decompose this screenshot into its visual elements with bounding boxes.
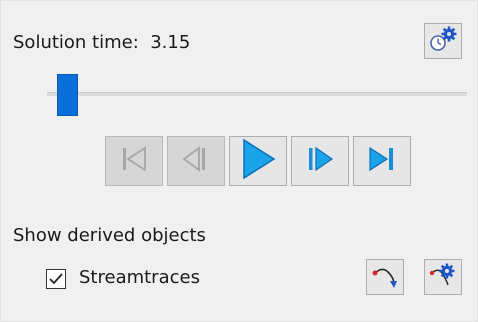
previous-frame-button[interactable] <box>167 136 225 186</box>
streamtrace-settings-button[interactable] <box>424 259 462 295</box>
derived-objects-heading: Show derived objects <box>13 225 206 246</box>
streamtrace-settings-icon <box>428 260 458 294</box>
playback-controls <box>105 136 411 186</box>
previous-frame-icon <box>179 144 213 178</box>
play-button[interactable] <box>229 136 287 186</box>
streamtraces-checkbox[interactable] <box>46 269 66 289</box>
first-frame-icon <box>117 144 151 178</box>
last-frame-button[interactable] <box>353 136 411 186</box>
streamtrace-rake-button[interactable] <box>366 259 404 295</box>
solution-time-value: 3.15 <box>150 32 191 53</box>
solution-time-label: Solution time: <box>13 32 139 53</box>
time-settings-button[interactable] <box>424 23 462 59</box>
last-frame-icon <box>365 144 399 178</box>
next-frame-icon <box>303 144 337 178</box>
streamtrace-rake-icon <box>370 260 400 294</box>
clock-gear-icon <box>428 24 458 58</box>
time-panel: Solution time: 3.15 Show derived objects… <box>0 0 478 322</box>
next-frame-button[interactable] <box>291 136 349 186</box>
solution-time-slider-track[interactable] <box>47 92 467 96</box>
play-icon <box>238 137 278 185</box>
streamtraces-label[interactable]: Streamtraces <box>79 267 200 288</box>
first-frame-button[interactable] <box>105 136 163 186</box>
solution-time-row: Solution time: 3.15 <box>13 32 190 53</box>
solution-time-slider-thumb[interactable] <box>57 74 78 116</box>
